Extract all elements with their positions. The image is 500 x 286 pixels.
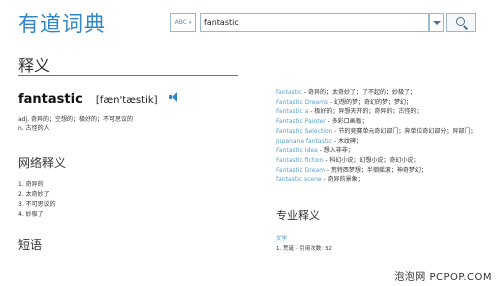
app-title: 有道词典 (18, 12, 106, 36)
section-title-definition: 释义 (18, 56, 51, 75)
phonetic: [fæn'tæstik] (95, 95, 158, 106)
list-item: Fantastic Idea - 想入非非； (276, 147, 354, 155)
list-item: Fantastic a - 极好的；异想天开的；奇异的；古怪的； (276, 108, 423, 116)
dictionary-selector[interactable]: ABC ▾ (170, 13, 196, 32)
basic-definition: adj. 奇异的；空想的；极好的；不可思议的 n. 古怪的人 (18, 115, 133, 133)
chevron-down-icon (433, 21, 441, 25)
phrase-link[interactable]: Jupanana fantastic (276, 138, 332, 145)
list-item: 2. 太奇妙了 (18, 191, 50, 198)
chevron-down-icon: ▾ (188, 20, 192, 26)
list-item: Fantastic Dream - 荒特西梦想；半徊摇滚；神奇梦幻； (276, 166, 427, 174)
search-input[interactable]: fantastic (200, 13, 429, 32)
professional-definition-title: 专业释义 (276, 209, 320, 222)
basic-definition-line: adj. 奇异的；空想的；极好的；不可思议的 (18, 116, 133, 123)
professional-entry: 1. 荒诞 · 引用次数: 32 (276, 246, 332, 252)
phrase-link[interactable]: Fantastic Dream (276, 167, 325, 174)
list-item: fantastic - 奇异的；太奇妙了；了不起的；妙极了； (276, 89, 417, 96)
list-item: 3. 不可思议的 (18, 201, 56, 208)
phrases-title: 短语 (18, 238, 43, 252)
watermark: 泡泡网 PCPOP.COM (394, 272, 492, 283)
basic-definition-line: n. 古怪的人 (18, 125, 50, 132)
headword-row: fantastic [fæn'tæstik] (18, 88, 179, 107)
phrase-link[interactable]: fantastic (276, 89, 302, 96)
list-item: Fantastic Dreams - 幻想的梦；奇幻的梦；梦幻； (276, 98, 413, 106)
web-definition-list: 1. 奇异的 2. 太奇妙了 3. 不可思议的 4. 妙极了 (18, 180, 56, 220)
phrase-link[interactable]: Fantastic a (276, 108, 308, 115)
web-definition-title: 网络释义 (18, 156, 67, 170)
section-divider (18, 75, 238, 76)
professional-category: 文学 (276, 236, 288, 242)
search-button[interactable] (446, 13, 476, 32)
phrase-link[interactable]: Fantastic Selection (276, 128, 332, 135)
list-item: fantastic scene - 奇异的景象； (276, 176, 364, 184)
list-item: 4. 妙极了 (18, 211, 44, 218)
list-item: Fantastic Painter - 多彩口画板； (276, 118, 368, 126)
dictionary-selector-label: ABC (174, 19, 187, 26)
phrase-link[interactable]: Fantastic fiction (276, 157, 323, 164)
phrase-link[interactable]: Fantastic Idea (276, 147, 318, 154)
list-item: Fantastic Selection - 节的竞赛单元奇幻部门；奔单位奇幻部分… (276, 127, 477, 135)
speaker-icon[interactable] (168, 91, 179, 102)
headword: fantastic (18, 92, 83, 107)
history-dropdown-button[interactable] (429, 13, 444, 32)
list-item: Jupanana fantastic - 木纹碑； (276, 137, 362, 145)
list-item: 1. 奇异的 (18, 181, 44, 188)
phrase-link[interactable]: Fantastic Dreams (276, 99, 328, 106)
related-phrases-list: fantastic - 奇异的；太奇妙了；了不起的；妙极了； Fantastic… (276, 88, 476, 185)
phrase-link[interactable]: Fantastic Painter (276, 118, 326, 125)
list-item: Fantastic fiction - 科幻小说；幻想小说；奇幻小说； (276, 156, 420, 164)
phrase-link[interactable]: fantastic scene (276, 176, 322, 183)
